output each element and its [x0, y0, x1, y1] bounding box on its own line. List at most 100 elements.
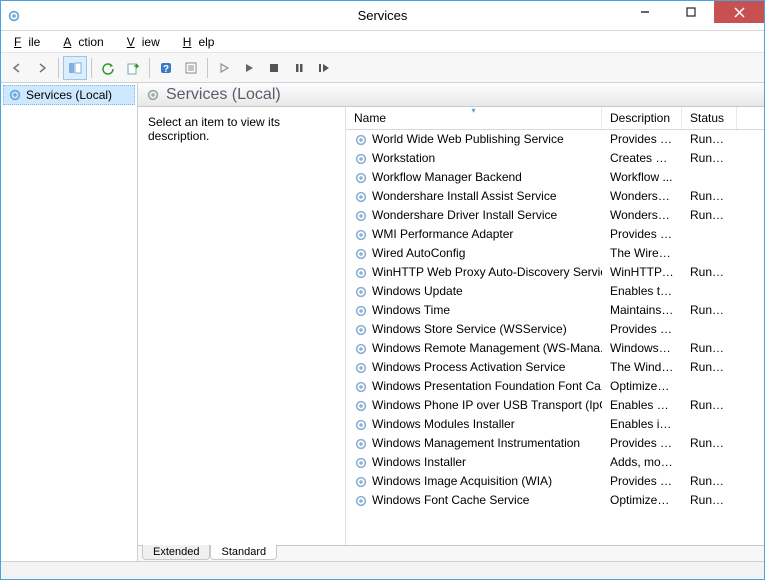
column-header-name[interactable]: ▾ Name [346, 107, 602, 129]
table-row[interactable]: Windows Store Service (WSService)Provide… [346, 320, 764, 339]
refresh-button[interactable] [96, 56, 120, 80]
restart-button[interactable] [312, 56, 336, 80]
table-row[interactable]: Windows Remote Management (WS-Mana...Win… [346, 339, 764, 358]
table-row[interactable]: Workflow Manager BackendWorkflow ... [346, 168, 764, 187]
table-row[interactable]: Windows Installer Adds, modi... [346, 453, 764, 472]
service-name: Wired AutoConfig [372, 244, 465, 263]
column-header-status[interactable]: Status [682, 107, 737, 129]
service-name: Wondershare Install Assist Service [372, 187, 557, 206]
service-icon [354, 266, 368, 280]
table-row[interactable]: Windows Image Acquisition (WIA)Provides … [346, 472, 764, 491]
service-name: Windows Remote Management (WS-Mana... [372, 339, 602, 358]
table-row[interactable]: Wondershare Driver Install Service Wonder… [346, 206, 764, 225]
table-row[interactable]: Windows Presentation Foundation Font Ca.… [346, 377, 764, 396]
detail-header: Services (Local) [138, 83, 764, 107]
table-row[interactable]: Windows Phone IP over USB Transport (IpO… [346, 396, 764, 415]
table-row[interactable]: WinHTTP Web Proxy Auto-Discovery Service… [346, 263, 764, 282]
service-description: Optimizes p... [602, 377, 682, 396]
service-description: Wondershar... [602, 187, 682, 206]
export-button[interactable] [121, 56, 145, 80]
service-name: Windows Font Cache Service [372, 491, 529, 510]
service-icon [354, 418, 368, 432]
service-description: Wondershar... [602, 206, 682, 225]
service-description: Workflow ... [602, 168, 682, 187]
menu-help[interactable]: Help [176, 33, 229, 51]
service-status: Running [682, 301, 737, 320]
service-status [682, 320, 737, 339]
service-description: Maintains d... [602, 301, 682, 320]
service-icon [354, 456, 368, 470]
table-row[interactable]: Windows Update Enables the ... [346, 282, 764, 301]
service-status: Running [682, 130, 737, 149]
service-description: Provides inf... [602, 320, 682, 339]
service-description: Optimizes p... [602, 491, 682, 510]
table-row[interactable]: WMI Performance AdapterProvides pe... [346, 225, 764, 244]
service-name: Windows Modules Installer [372, 415, 515, 434]
service-name: Windows Presentation Foundation Font Ca.… [372, 377, 602, 396]
menu-action[interactable]: Action [56, 33, 117, 51]
detail-title: Services (Local) [166, 86, 281, 104]
service-status: Running [682, 396, 737, 415]
table-row[interactable]: Windows Process Activation ServiceThe Wi… [346, 358, 764, 377]
service-status: Running [682, 149, 737, 168]
table-row[interactable]: Wondershare Install Assist Service Wonder… [346, 187, 764, 206]
table-row[interactable]: Windows Management InstrumentationProvid… [346, 434, 764, 453]
service-status: Running [682, 263, 737, 282]
service-name: Wondershare Driver Install Service [372, 206, 557, 225]
maximize-button[interactable] [668, 1, 714, 23]
service-icon [354, 494, 368, 508]
table-row[interactable]: Wired AutoConfigThe Wired ... [346, 244, 764, 263]
service-list[interactable]: ▾ Name Description Status World Wide Web… [346, 107, 764, 545]
service-icon [354, 342, 368, 356]
minimize-button[interactable] [622, 1, 668, 23]
table-row[interactable]: WorkstationCreates and...Running [346, 149, 764, 168]
service-name: WinHTTP Web Proxy Auto-Discovery Service [372, 263, 602, 282]
table-row[interactable]: Windows Font Cache Service Optimizes p...… [346, 491, 764, 510]
close-button[interactable] [714, 1, 764, 23]
gear-icon [146, 88, 160, 102]
service-description: Creates and... [602, 149, 682, 168]
tab-extended[interactable]: Extended [142, 545, 210, 560]
service-icon [354, 380, 368, 394]
service-name: Windows Update [372, 282, 463, 301]
back-button[interactable] [5, 56, 29, 80]
service-name: Windows Time [372, 301, 450, 320]
show-hide-tree-button[interactable] [63, 56, 87, 80]
service-description: Enables the ... [602, 282, 682, 301]
service-name: WMI Performance Adapter [372, 225, 513, 244]
tree-item-label: Services (Local) [26, 88, 112, 102]
description-pane: Select an item to view its description. [138, 107, 346, 545]
service-status: Running [682, 339, 737, 358]
table-row[interactable]: Windows Time Maintains d...Running [346, 301, 764, 320]
tab-standard[interactable]: Standard [210, 545, 277, 560]
service-icon [354, 209, 368, 223]
service-status [682, 282, 737, 301]
pause-button[interactable] [287, 56, 311, 80]
service-icon [354, 304, 368, 318]
service-status: Running [682, 206, 737, 225]
table-row[interactable]: World Wide Web Publishing ServiceProvide… [346, 130, 764, 149]
start-button[interactable] [212, 56, 236, 80]
statusbar [1, 561, 764, 579]
service-description: Enables co... [602, 396, 682, 415]
service-icon [354, 323, 368, 337]
menu-file[interactable]: File [7, 33, 54, 51]
help-button[interactable]: ? [154, 56, 178, 80]
service-name: Windows Installer [372, 453, 466, 472]
properties-button[interactable] [179, 56, 203, 80]
table-row[interactable]: Windows Modules InstallerEnables inst... [346, 415, 764, 434]
service-icon [354, 228, 368, 242]
service-name: Windows Process Activation Service [372, 358, 565, 377]
forward-button[interactable] [30, 56, 54, 80]
column-header-description[interactable]: Description [602, 107, 682, 129]
start-filled-button[interactable] [237, 56, 261, 80]
service-icon [354, 285, 368, 299]
description-hint: Select an item to view its description. [148, 115, 280, 143]
stop-button[interactable] [262, 56, 286, 80]
menu-view[interactable]: View [120, 33, 174, 51]
service-description: Provides im... [602, 472, 682, 491]
gear-icon [8, 88, 22, 102]
service-description: Adds, modi... [602, 453, 682, 472]
tree-item-services-local[interactable]: Services (Local) [3, 85, 135, 105]
toolbar: ? [1, 53, 764, 83]
